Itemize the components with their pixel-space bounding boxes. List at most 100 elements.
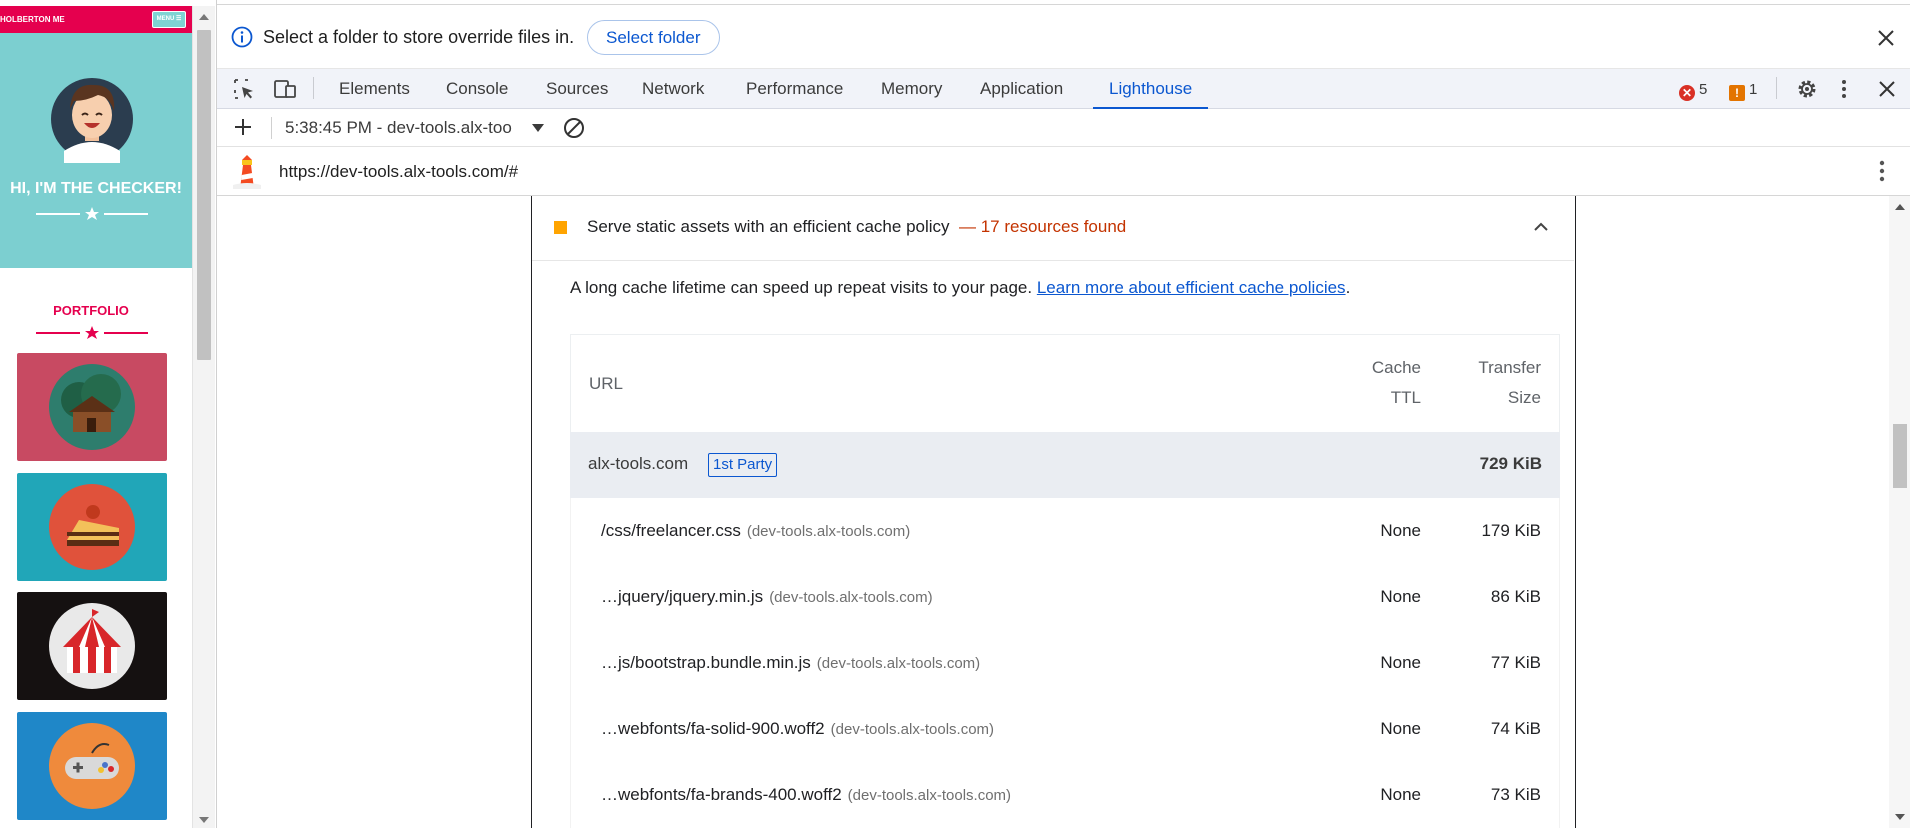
devtools-panel: Select a folder to store override files … — [216, 0, 1910, 828]
group-total-size: 729 KiB — [1479, 454, 1542, 473]
table-header: URL Cache TTL Transfer Size — [570, 334, 1560, 432]
column-header-transfer-size-line2: Size — [1507, 388, 1541, 407]
first-party-badge: 1st Party — [708, 453, 778, 477]
column-header-cache-ttl-line1: Cache — [1371, 358, 1421, 377]
scrollbar-thumb[interactable] — [197, 30, 211, 360]
resource-transfer-size: 179 KiB — [1481, 521, 1541, 540]
top-border — [217, 0, 1910, 5]
audit-description-text: A long cache lifetime can speed up repea… — [570, 278, 1037, 297]
scrollbar-thumb[interactable] — [1893, 424, 1907, 488]
resource-path: …jquery/jquery.min.js — [601, 587, 764, 606]
site-brand[interactable]: HOLBERTON ME — [0, 15, 65, 24]
resource-transfer-size: 74 KiB — [1490, 719, 1541, 738]
warning-count: 1 — [1749, 81, 1758, 98]
site-menu-button[interactable]: MENU ☰ — [152, 11, 186, 28]
report-scrollbar[interactable] — [1889, 196, 1910, 828]
scroll-down-arrow-icon[interactable] — [1895, 814, 1905, 820]
close-devtools-icon[interactable] — [1878, 78, 1896, 100]
table-row[interactable]: …jquery/jquery.min.js (dev-tools.alx-tool… — [570, 564, 1560, 630]
table-row[interactable]: …webfonts/fa-brands-400.woff2 (dev-tools.… — [570, 762, 1560, 828]
resource-host: (dev-tools.alx-tools.com) — [830, 721, 995, 738]
tab-network[interactable]: Network — [642, 69, 704, 109]
resource-cache-ttl: None — [1380, 587, 1421, 606]
avatar — [51, 78, 133, 163]
resource-url[interactable]: …webfonts/fa-brands-400.woff2 (dev-tools.… — [601, 785, 1011, 805]
lighthouse-report: Serve static assets with an efficient ca… — [217, 196, 1910, 828]
portfolio-title: PORTFOLIO — [53, 303, 129, 318]
resource-url[interactable]: …webfonts/fa-solid-900.woff2 (dev-tools.a… — [601, 719, 994, 739]
resource-transfer-size: 73 KiB — [1490, 785, 1541, 804]
chevron-up-icon[interactable] — [1532, 218, 1550, 236]
resource-host: (dev-tools.alx-tools.com) — [746, 523, 911, 540]
table-row[interactable]: …webfonts/fa-solid-900.woff2 (dev-tools.a… — [570, 696, 1560, 762]
scroll-up-arrow-icon[interactable] — [1895, 204, 1905, 210]
tab-lighthouse[interactable]: Lighthouse — [1093, 69, 1209, 109]
table-group-row: alx-tools.com 1st Party 729 KiB — [570, 432, 1560, 498]
resource-transfer-size: 77 KiB — [1490, 653, 1541, 672]
warning-count-badge[interactable]: ! 1 — [1729, 81, 1757, 101]
audit-header[interactable]: Serve static assets with an efficient ca… — [532, 196, 1574, 261]
error-icon: ✕ — [1679, 85, 1695, 101]
warning-square-icon — [554, 221, 567, 234]
select-folder-button[interactable]: Select folder — [587, 20, 720, 55]
close-icon[interactable] — [1877, 29, 1895, 47]
tab-application[interactable]: Application — [980, 69, 1063, 109]
star-divider-icon — [36, 326, 148, 339]
table-row[interactable]: /css/freelancer.css (dev-tools.alx-tools.… — [570, 498, 1560, 564]
audit-title: Serve static assets with an efficient ca… — [587, 217, 1126, 237]
report-selector[interactable]: 5:38:45 PM - dev-tools.alx-too — [285, 118, 512, 138]
infobar-message: Select a folder to store override files … — [263, 27, 575, 47]
column-header-cache-ttl-line2: TTL — [1390, 388, 1421, 407]
audit-title-text: Serve static assets with an efficient ca… — [587, 217, 950, 236]
cabin-icon — [49, 364, 135, 450]
tab-memory[interactable]: Memory — [881, 69, 942, 109]
resource-cache-ttl: None — [1380, 719, 1421, 738]
error-count-badge[interactable]: ✕ 5 — [1679, 81, 1707, 101]
page-preview-scrollbar[interactable] — [192, 6, 215, 828]
audit-resources-found: — 17 resources found — [958, 217, 1127, 236]
info-icon — [231, 26, 253, 48]
audit-description-end: . — [1345, 278, 1351, 297]
resource-cache-ttl: None — [1380, 521, 1421, 540]
settings-gear-icon[interactable] — [1796, 78, 1818, 100]
new-report-plus-icon[interactable] — [233, 117, 253, 137]
portfolio-tile-circus[interactable] — [17, 592, 167, 700]
more-options-icon[interactable] — [1839, 78, 1849, 100]
group-host: alx-tools.com — [588, 454, 689, 473]
chevron-down-icon[interactable] — [532, 124, 544, 132]
portfolio-tile-controller[interactable] — [17, 712, 167, 820]
portfolio-tile-cake[interactable] — [17, 473, 167, 581]
table-row[interactable]: …js/bootstrap.bundle.min.js (dev-tools.al… — [570, 630, 1560, 696]
scroll-down-arrow-icon[interactable] — [199, 817, 209, 823]
learn-more-link[interactable]: Learn more about efficient cache policie… — [1037, 278, 1346, 297]
game-controller-icon — [49, 723, 135, 809]
resource-url[interactable]: …js/bootstrap.bundle.min.js (dev-tools.al… — [601, 653, 980, 673]
tab-elements[interactable]: Elements — [339, 69, 410, 109]
inspect-element-icon[interactable] — [233, 78, 255, 100]
resource-host: (dev-tools.alx-tools.com) — [769, 589, 933, 606]
scroll-up-arrow-icon[interactable] — [199, 14, 209, 20]
portfolio-tile-cabin[interactable] — [17, 353, 167, 461]
toolbar-separator — [1776, 77, 1777, 99]
report-menu-icon[interactable] — [1877, 159, 1887, 183]
star-divider-icon — [36, 207, 148, 220]
resource-host: (dev-tools.alx-tools.com) — [816, 655, 981, 672]
column-header-transfer-size-line1: Transfer — [1478, 358, 1541, 377]
lighthouse-logo-icon — [233, 155, 261, 189]
tab-console[interactable]: Console — [446, 69, 508, 109]
resource-host: (dev-tools.alx-tools.com) — [847, 787, 1012, 804]
resource-cache-ttl: None — [1380, 653, 1421, 672]
audit-description: A long cache lifetime can speed up repea… — [570, 278, 1350, 298]
resource-url[interactable]: …jquery/jquery.min.js (dev-tools.alx-tool… — [601, 587, 933, 607]
page-preview: HOLBERTON ME MENU ☰ HI, I'M THE CHECKER!… — [0, 0, 192, 828]
resource-url[interactable]: /css/freelancer.css (dev-tools.alx-tools.… — [601, 521, 910, 541]
warning-icon: ! — [1729, 85, 1745, 101]
site-navbar: HOLBERTON ME MENU ☰ — [0, 6, 192, 33]
tab-sources[interactable]: Sources — [546, 69, 608, 109]
clear-reports-icon[interactable] — [563, 117, 585, 139]
resource-path: /css/freelancer.css — [601, 521, 741, 540]
toolbar-separator — [271, 117, 272, 139]
tab-performance[interactable]: Performance — [746, 69, 843, 109]
device-toolbar-icon[interactable] — [272, 78, 298, 100]
resource-transfer-size: 86 KiB — [1490, 587, 1541, 606]
